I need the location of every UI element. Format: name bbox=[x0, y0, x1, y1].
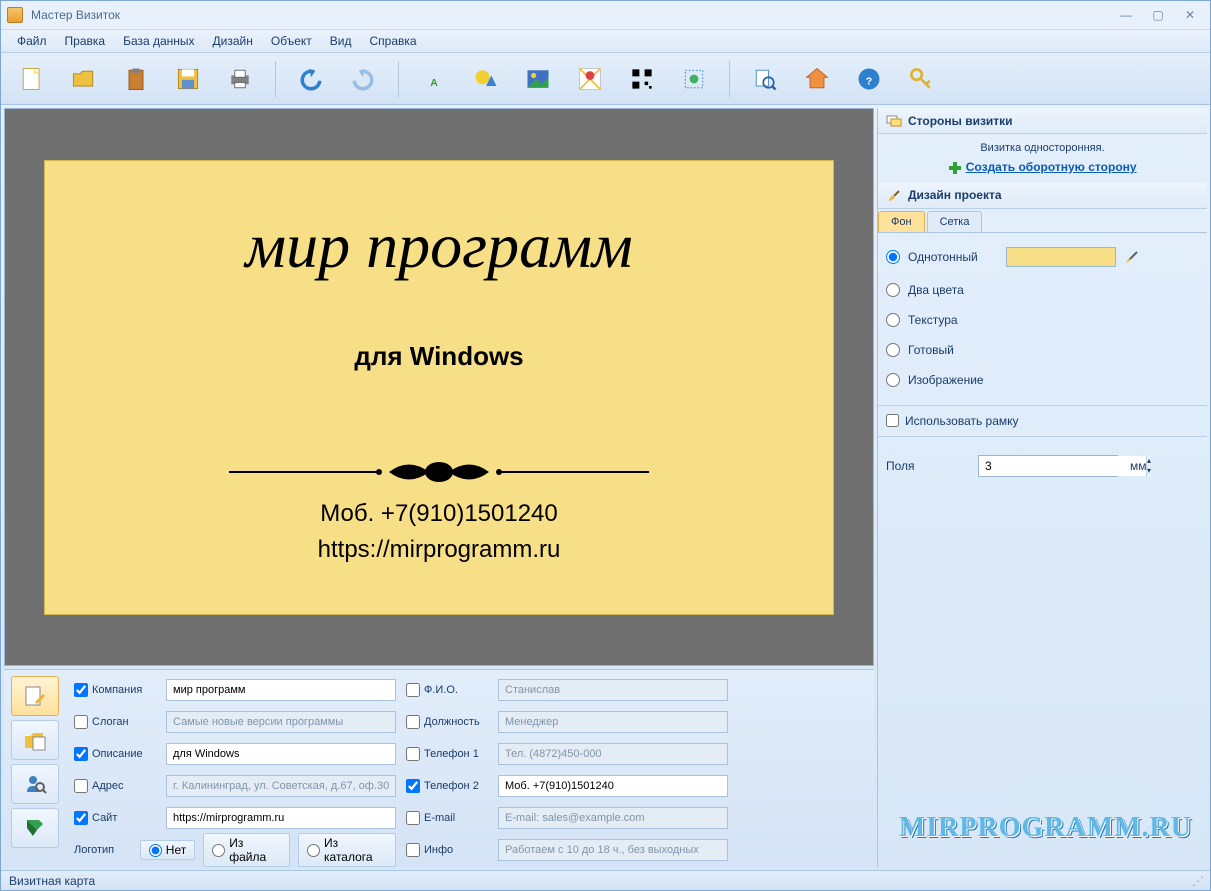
margin-label: Поля bbox=[886, 459, 966, 473]
email-input[interactable] bbox=[498, 807, 728, 829]
company-input[interactable] bbox=[166, 679, 396, 701]
spin-down[interactable]: ▾ bbox=[1147, 466, 1151, 476]
slogan-input[interactable] bbox=[166, 711, 396, 733]
tab-background[interactable]: Фон bbox=[878, 211, 925, 232]
info-check[interactable]: Инфо bbox=[406, 843, 488, 857]
site-input[interactable] bbox=[166, 807, 396, 829]
statusbar: Визитная карта ⋰ bbox=[1, 870, 1210, 890]
menu-view[interactable]: Вид bbox=[322, 32, 360, 50]
fio-check[interactable]: Ф.И.О. bbox=[406, 683, 488, 697]
card-ornament[interactable] bbox=[229, 452, 649, 492]
fio-input[interactable] bbox=[498, 679, 728, 701]
status-text: Визитная карта bbox=[9, 874, 95, 888]
menu-object[interactable]: Объект bbox=[263, 32, 320, 50]
spin-up[interactable]: ▴ bbox=[1147, 456, 1151, 466]
new-button[interactable] bbox=[11, 58, 53, 100]
titlebar: Мастер Визиток — ▢ ✕ bbox=[1, 1, 1210, 29]
site-check[interactable]: Сайт bbox=[74, 811, 156, 825]
clipart-button[interactable] bbox=[673, 58, 715, 100]
position-check[interactable]: Должность bbox=[406, 715, 488, 729]
bg-image-radio[interactable]: Изображение bbox=[886, 373, 1199, 387]
card-description[interactable]: для Windows bbox=[354, 341, 523, 372]
app-icon bbox=[7, 7, 23, 23]
company-check[interactable]: Компания bbox=[74, 683, 156, 697]
margin-spinner[interactable]: ▴▾ bbox=[978, 455, 1118, 477]
position-input[interactable] bbox=[498, 711, 728, 733]
home-button[interactable] bbox=[796, 58, 838, 100]
open-button[interactable] bbox=[63, 58, 105, 100]
address-check[interactable]: Адрес bbox=[74, 779, 156, 793]
card-phone[interactable]: Моб. +7(910)1501240 bbox=[320, 500, 558, 528]
email-check[interactable]: E-mail bbox=[406, 811, 488, 825]
mode-export-button[interactable] bbox=[11, 808, 59, 848]
qrcode-button[interactable] bbox=[621, 58, 663, 100]
desc-input[interactable] bbox=[166, 743, 396, 765]
toolbar: A ? bbox=[1, 53, 1210, 105]
phone1-check[interactable]: Телефон 1 bbox=[406, 747, 488, 761]
logo-label: Логотип bbox=[74, 844, 132, 856]
image-button[interactable] bbox=[517, 58, 559, 100]
tab-grid[interactable]: Сетка bbox=[927, 211, 983, 232]
logo-file-radio[interactable]: Из файла bbox=[203, 833, 290, 867]
side-panel: Стороны визитки Визитка односторонняя. С… bbox=[877, 108, 1207, 867]
single-sided-text: Визитка односторонняя. bbox=[890, 142, 1195, 154]
design-header: Дизайн проекта bbox=[878, 183, 1207, 209]
redo-button[interactable] bbox=[342, 58, 384, 100]
logo-catalog-radio[interactable]: Из каталога bbox=[298, 833, 396, 867]
phone2-check[interactable]: Телефон 2 bbox=[406, 779, 488, 793]
mode-database-button[interactable] bbox=[11, 720, 59, 760]
sides-header: Стороны визитки bbox=[878, 108, 1207, 134]
bg-twocolor-radio[interactable]: Два цвета bbox=[886, 283, 1199, 297]
mode-edit-button[interactable] bbox=[11, 676, 59, 716]
menu-database[interactable]: База данных bbox=[115, 32, 202, 50]
phone2-input[interactable] bbox=[498, 775, 728, 797]
eyedropper-icon[interactable] bbox=[1124, 249, 1140, 265]
maximize-button[interactable]: ▢ bbox=[1144, 7, 1172, 23]
slogan-check[interactable]: Слоган bbox=[74, 715, 156, 729]
svg-text:A: A bbox=[430, 77, 438, 89]
minimize-button[interactable]: — bbox=[1112, 7, 1140, 23]
bg-color-swatch[interactable] bbox=[1006, 247, 1116, 267]
canvas-area[interactable]: мир программ для Windows Моб. +7(910)150… bbox=[4, 108, 874, 666]
menu-help[interactable]: Справка bbox=[361, 32, 424, 50]
card-company[interactable]: мир программ bbox=[245, 209, 633, 283]
info-input[interactable] bbox=[498, 839, 728, 861]
undo-button[interactable] bbox=[290, 58, 332, 100]
menu-design[interactable]: Дизайн bbox=[205, 32, 261, 50]
svg-text:?: ? bbox=[866, 75, 872, 87]
resize-grip[interactable]: ⋰ bbox=[1192, 874, 1202, 888]
mode-person-button[interactable] bbox=[11, 764, 59, 804]
save-button[interactable] bbox=[167, 58, 209, 100]
app-window: Мастер Визиток — ▢ ✕ Файл Правка База да… bbox=[0, 0, 1211, 891]
menu-file[interactable]: Файл bbox=[9, 32, 55, 50]
fields-panel: Компания Ф.И.О. Слоган Должность Описани… bbox=[4, 669, 874, 867]
brush-icon bbox=[886, 187, 902, 203]
close-button[interactable]: ✕ bbox=[1176, 7, 1204, 23]
bg-solid-radio[interactable]: Однотонный bbox=[886, 247, 1199, 267]
menu-edit[interactable]: Правка bbox=[57, 32, 114, 50]
shape-button[interactable] bbox=[465, 58, 507, 100]
sides-icon bbox=[886, 113, 902, 129]
margin-unit: мм bbox=[1130, 459, 1147, 473]
desc-check[interactable]: Описание bbox=[74, 747, 156, 761]
bg-preset-radio[interactable]: Готовый bbox=[886, 343, 1199, 357]
map-button[interactable] bbox=[569, 58, 611, 100]
preview-button[interactable] bbox=[744, 58, 786, 100]
paste-button[interactable] bbox=[115, 58, 157, 100]
text-button[interactable]: A bbox=[413, 58, 455, 100]
window-title: Мастер Визиток bbox=[27, 8, 1112, 22]
phone1-input[interactable] bbox=[498, 743, 728, 765]
plus-icon bbox=[948, 161, 962, 175]
use-frame-check[interactable]: Использовать рамку bbox=[878, 410, 1207, 432]
help-button[interactable]: ? bbox=[848, 58, 890, 100]
create-back-link[interactable]: Создать оборотную сторону bbox=[890, 160, 1195, 175]
menubar: Файл Правка База данных Дизайн Объект Ви… bbox=[1, 29, 1210, 53]
address-input[interactable] bbox=[166, 775, 396, 797]
print-button[interactable] bbox=[219, 58, 261, 100]
card-site[interactable]: https://mirprogramm.ru bbox=[318, 536, 561, 564]
key-button[interactable] bbox=[900, 58, 942, 100]
business-card[interactable]: мир программ для Windows Моб. +7(910)150… bbox=[44, 160, 834, 615]
logo-none-radio[interactable]: Нет bbox=[140, 840, 195, 860]
bg-texture-radio[interactable]: Текстура bbox=[886, 313, 1199, 327]
